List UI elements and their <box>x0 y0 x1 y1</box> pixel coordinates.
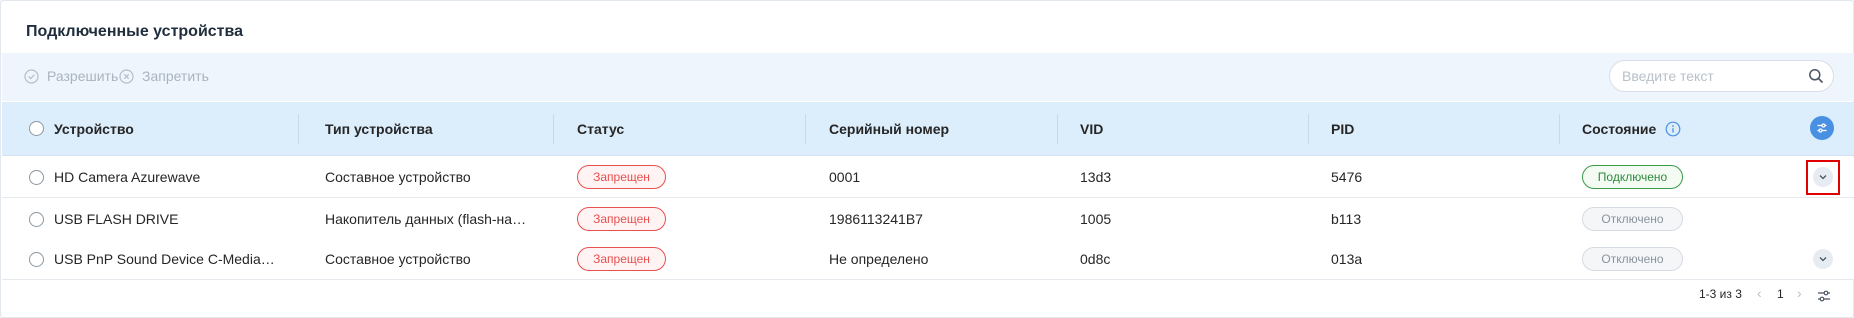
serial-number: 1986113241B7 <box>829 211 923 227</box>
column-divider[interactable] <box>1559 114 1560 144</box>
serial-number: Не определено <box>829 251 929 267</box>
search-icon[interactable] <box>1808 68 1824 84</box>
allow-button[interactable]: Разрешить <box>24 68 118 84</box>
column-settings-button[interactable] <box>1810 116 1834 140</box>
vid-value: 13d3 <box>1080 169 1112 185</box>
pid-value: 013a <box>1331 251 1363 267</box>
column-divider[interactable] <box>298 114 299 144</box>
expand-row-button[interactable] <box>1813 249 1833 269</box>
column-divider[interactable] <box>553 114 554 144</box>
table-header: Устройство Тип устройства Статус Серийны… <box>2 102 1854 156</box>
vid-value: 1005 <box>1080 211 1112 227</box>
table-row[interactable]: USB FLASH DRIVE Накопитель данных (flash… <box>2 199 1854 240</box>
page-title: Подключенные устройства <box>26 23 244 40</box>
device-type: Составное устройство <box>325 251 471 267</box>
search-box <box>1609 60 1834 92</box>
column-divider[interactable] <box>1308 114 1309 144</box>
status-badge: Запрещен <box>577 247 666 271</box>
page-number[interactable]: 1 <box>1777 287 1784 301</box>
pid-value: 5476 <box>1331 169 1363 185</box>
cross-circle-icon <box>119 68 134 84</box>
row-checkbox[interactable] <box>29 170 44 185</box>
sliders-icon <box>1816 122 1828 134</box>
connected-devices-panel: Подключенные устройства Разрешить Запрет… <box>0 0 1854 318</box>
device-name: HD Camera Azurewave <box>54 169 201 185</box>
device-name: USB PnP Sound Device C-Media… <box>54 251 275 267</box>
pid-value: b113 <box>1331 211 1362 227</box>
device-type: Накопитель данных (flash-на… <box>325 211 527 227</box>
state-badge: Подключено <box>1582 165 1683 189</box>
serial-number: 0001 <box>829 169 861 185</box>
vid-value: 0d8c <box>1080 251 1111 267</box>
header-status[interactable]: Статус <box>577 121 624 137</box>
pagination-settings-icon[interactable] <box>1816 288 1832 304</box>
row-checkbox[interactable] <box>29 212 44 227</box>
pagination: 1-3 из 3 ‹ 1 › <box>2 281 1854 311</box>
table-row[interactable]: HD Camera Azurewave Составное устройство… <box>2 157 1854 198</box>
deny-label: Запретить <box>142 68 209 84</box>
header-state[interactable]: Состояние <box>1582 121 1656 137</box>
state-badge: Отключено <box>1582 247 1683 271</box>
header-pid[interactable]: PID <box>1331 121 1354 137</box>
toolbar: Разрешить Запретить <box>2 53 1854 101</box>
info-icon[interactable] <box>1665 121 1681 137</box>
chevron-left-icon[interactable]: ‹ <box>1757 285 1762 301</box>
row-checkbox[interactable] <box>29 252 44 267</box>
column-divider[interactable] <box>1057 114 1058 144</box>
highlight-box <box>1806 160 1840 195</box>
allow-label: Разрешить <box>47 68 119 84</box>
status-badge: Запрещен <box>577 165 666 189</box>
header-vid[interactable]: VID <box>1080 121 1103 137</box>
header-type[interactable]: Тип устройства <box>325 121 433 137</box>
header-serial[interactable]: Серийный номер <box>829 121 949 137</box>
check-circle-icon <box>24 68 39 84</box>
chevron-right-icon[interactable]: › <box>1797 285 1802 301</box>
state-badge: Отключено <box>1582 207 1683 231</box>
search-input[interactable] <box>1622 68 1802 84</box>
device-type: Составное устройство <box>325 169 471 185</box>
pagination-info: 1-3 из 3 <box>1699 287 1742 301</box>
status-badge: Запрещен <box>577 207 666 231</box>
chevron-down-icon <box>1818 254 1828 264</box>
deny-button[interactable]: Запретить <box>119 68 209 84</box>
column-divider[interactable] <box>805 114 806 144</box>
select-all-checkbox[interactable] <box>29 121 44 136</box>
table-row[interactable]: USB PnP Sound Device C-Media… Составное … <box>2 239 1854 280</box>
device-name: USB FLASH DRIVE <box>54 211 179 227</box>
header-device[interactable]: Устройство <box>54 121 134 137</box>
